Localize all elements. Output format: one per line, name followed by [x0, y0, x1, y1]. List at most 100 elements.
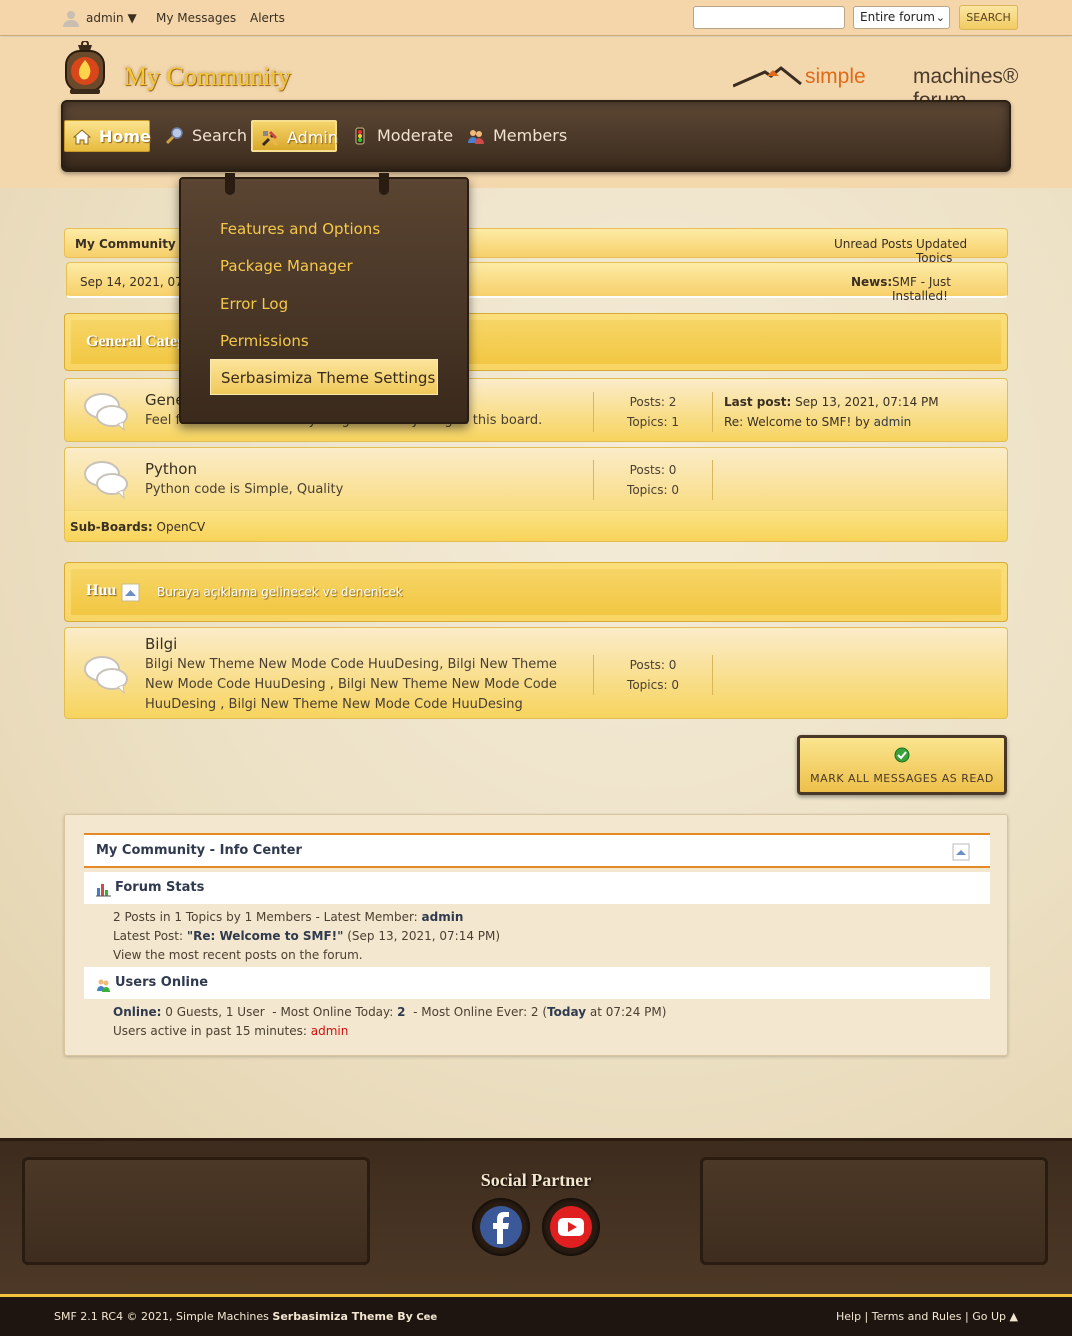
lastpost-user-link[interactable]: admin [874, 415, 912, 429]
board-topics: Topics: 1 [627, 415, 679, 429]
forum-stats-title: Forum Stats [115, 880, 205, 895]
board-description: Bilgi New Theme New Mode Code HuuDesing,… [145, 657, 557, 712]
board-row[interactable]: Python Python code is Simple, Quality Po… [64, 447, 1008, 542]
youtube-link[interactable] [542, 1198, 600, 1256]
my-messages-link[interactable]: My Messages [156, 0, 236, 36]
user-menu[interactable]: admin ▼ [86, 0, 137, 36]
search-button[interactable]: SEARCH [959, 5, 1018, 30]
dropdown-hook [225, 173, 235, 195]
search-scope-select[interactable]: Entire forum ⌄ [853, 6, 950, 29]
board-name[interactable]: Python [145, 460, 197, 478]
latest-post-link[interactable]: "Re: Welcome to SMF!" [187, 929, 344, 943]
menu-error-log[interactable]: Error Log [210, 286, 438, 322]
bottom-bar: SMF 2.1 RC4 © 2021, Simple Machines Serb… [0, 1294, 1072, 1336]
category-title[interactable]: Huu [86, 582, 116, 600]
nav-search-label: Search [192, 126, 247, 145]
updated-topics-link[interactable]: Updated Topics [916, 237, 1007, 265]
board-posts: Posts: 0 [629, 658, 677, 672]
subboards-row: Sub-Boards: OpenCV [65, 510, 1007, 541]
info-center: My Community - Info Center Forum Stats 2… [64, 814, 1008, 1056]
menu-permissions[interactable]: Permissions [210, 323, 438, 359]
latest-member-link[interactable]: admin [422, 910, 464, 924]
board-stats: Posts: 0 Topics: 0 [593, 460, 713, 500]
copyright-link[interactable]: SMF 2.1 RC4 © 2021, Simple Machines [54, 1310, 269, 1323]
menu-features-options[interactable]: Features and Options [210, 211, 438, 247]
users-online-title: Users Online [115, 975, 209, 990]
subboards-text: Sub-Boards: OpenCV [70, 520, 205, 534]
online-counts: 0 Guests, 1 User [165, 1005, 265, 1019]
social-title: Social Partner [480, 1170, 592, 1190]
nav-home-label: Home [99, 127, 151, 146]
nav-members[interactable]: Members [459, 120, 569, 152]
nav-home[interactable]: Home [64, 120, 151, 152]
unread-posts-link[interactable]: Unread Posts [834, 237, 913, 251]
board-name[interactable]: Bilgi [145, 635, 177, 653]
nav-moderate[interactable]: Moderate [343, 120, 453, 152]
stats-chart-icon [96, 884, 111, 897]
recent-posts-link[interactable]: View the most recent posts on the forum. [113, 948, 363, 962]
nav-moderate-label: Moderate [377, 126, 454, 145]
help-link[interactable]: Help [836, 1310, 861, 1323]
board-posts: Posts: 0 [629, 463, 677, 477]
collapse-icon[interactable] [121, 583, 140, 602]
alerts-link[interactable]: Alerts [250, 0, 285, 36]
traffic-light-icon [355, 127, 365, 145]
menu-package-manager[interactable]: Package Manager [210, 248, 438, 284]
board-speech-icon [84, 461, 128, 499]
active-users-line: Users active in past 15 minutes: admin [113, 1024, 348, 1038]
mark-all-read-label: MARK ALL MESSAGES AS READ [810, 772, 994, 785]
menu-theme-settings[interactable]: Serbasimiza Theme Settings [210, 359, 438, 395]
search-icon [166, 127, 183, 145]
smf-logo[interactable]: simple machines® forum [733, 64, 1018, 112]
lantern-logo-icon[interactable] [60, 41, 110, 95]
nav-admin[interactable]: Admin [251, 120, 338, 152]
nav-admin-label: Admin [287, 128, 338, 147]
board-topics: Topics: 0 [627, 678, 679, 692]
board-speech-icon [84, 656, 128, 694]
mark-all-read-button[interactable]: MARK ALL MESSAGES AS READ [797, 735, 1007, 795]
facebook-icon [480, 1206, 522, 1248]
board-speech-icon [84, 393, 128, 431]
online-ever-time: at 07:24 PM) [589, 1005, 667, 1019]
home-icon [73, 129, 91, 145]
stats-line-2: Latest Post: "Re: Welcome to SMF!" (Sep … [113, 929, 500, 943]
online-today-label: - Most Online Today: [272, 1005, 394, 1019]
board-description: Python code is Simple, Quality [145, 482, 344, 497]
go-up-link[interactable]: Go Up ▲ [972, 1310, 1018, 1323]
separator: | [864, 1310, 869, 1323]
facebook-link[interactable] [472, 1198, 530, 1256]
users-online-icon [97, 979, 110, 992]
tools-icon [261, 131, 279, 147]
subboard-link[interactable]: OpenCV [157, 520, 206, 534]
lastpost-topic-link[interactable]: Re: Welcome to SMF! [724, 415, 851, 429]
chevron-down-icon: ⌄ [935, 11, 945, 24]
username: admin [86, 11, 124, 25]
latest-post-date: (Sep 13, 2021, 07:14 PM) [347, 929, 501, 943]
breadcrumb-home[interactable]: My Community [75, 237, 176, 251]
users-online-header: Users Online [84, 967, 990, 999]
stats-line-1: 2 Posts in 1 Topics by 1 Members - Lates… [113, 910, 463, 924]
caret-down-icon: ▼ [127, 11, 137, 25]
admin-dropdown-menu: Features and Options Package Manager Err… [179, 173, 469, 424]
top-bar: admin ▼ My Messages Alerts Entire forum ⌄… [0, 0, 1072, 36]
nav-search[interactable]: Search [158, 120, 247, 152]
news-label: News: [851, 275, 893, 289]
theme-author[interactable]: Cee [416, 1312, 437, 1323]
collapse-icon[interactable] [952, 843, 970, 861]
separator: | [965, 1310, 969, 1323]
search-input[interactable] [693, 6, 845, 29]
online-ever-today: Today [547, 1005, 587, 1019]
search-scope-value: Entire forum [860, 10, 935, 24]
online-label: Online: [113, 1005, 162, 1019]
nav-members-label: Members [493, 126, 568, 145]
info-center-header: My Community - Info Center [84, 833, 990, 868]
latest-post-label: Latest Post: [113, 929, 184, 943]
smf-mountain-icon [733, 66, 802, 88]
user-avatar-icon[interactable] [62, 9, 80, 27]
copyright: SMF 2.1 RC4 © 2021, Simple Machines Serb… [54, 1310, 437, 1323]
board-row[interactable]: Bilgi Bilgi New Theme New Mode Code HuuD… [64, 627, 1008, 719]
terms-link[interactable]: Terms and Rules [872, 1310, 962, 1323]
forum-title[interactable]: My Community [124, 62, 291, 92]
category-description: Buraya açıklama gelinecek ve denenicek [157, 585, 403, 599]
active-user-link[interactable]: admin [311, 1024, 349, 1038]
